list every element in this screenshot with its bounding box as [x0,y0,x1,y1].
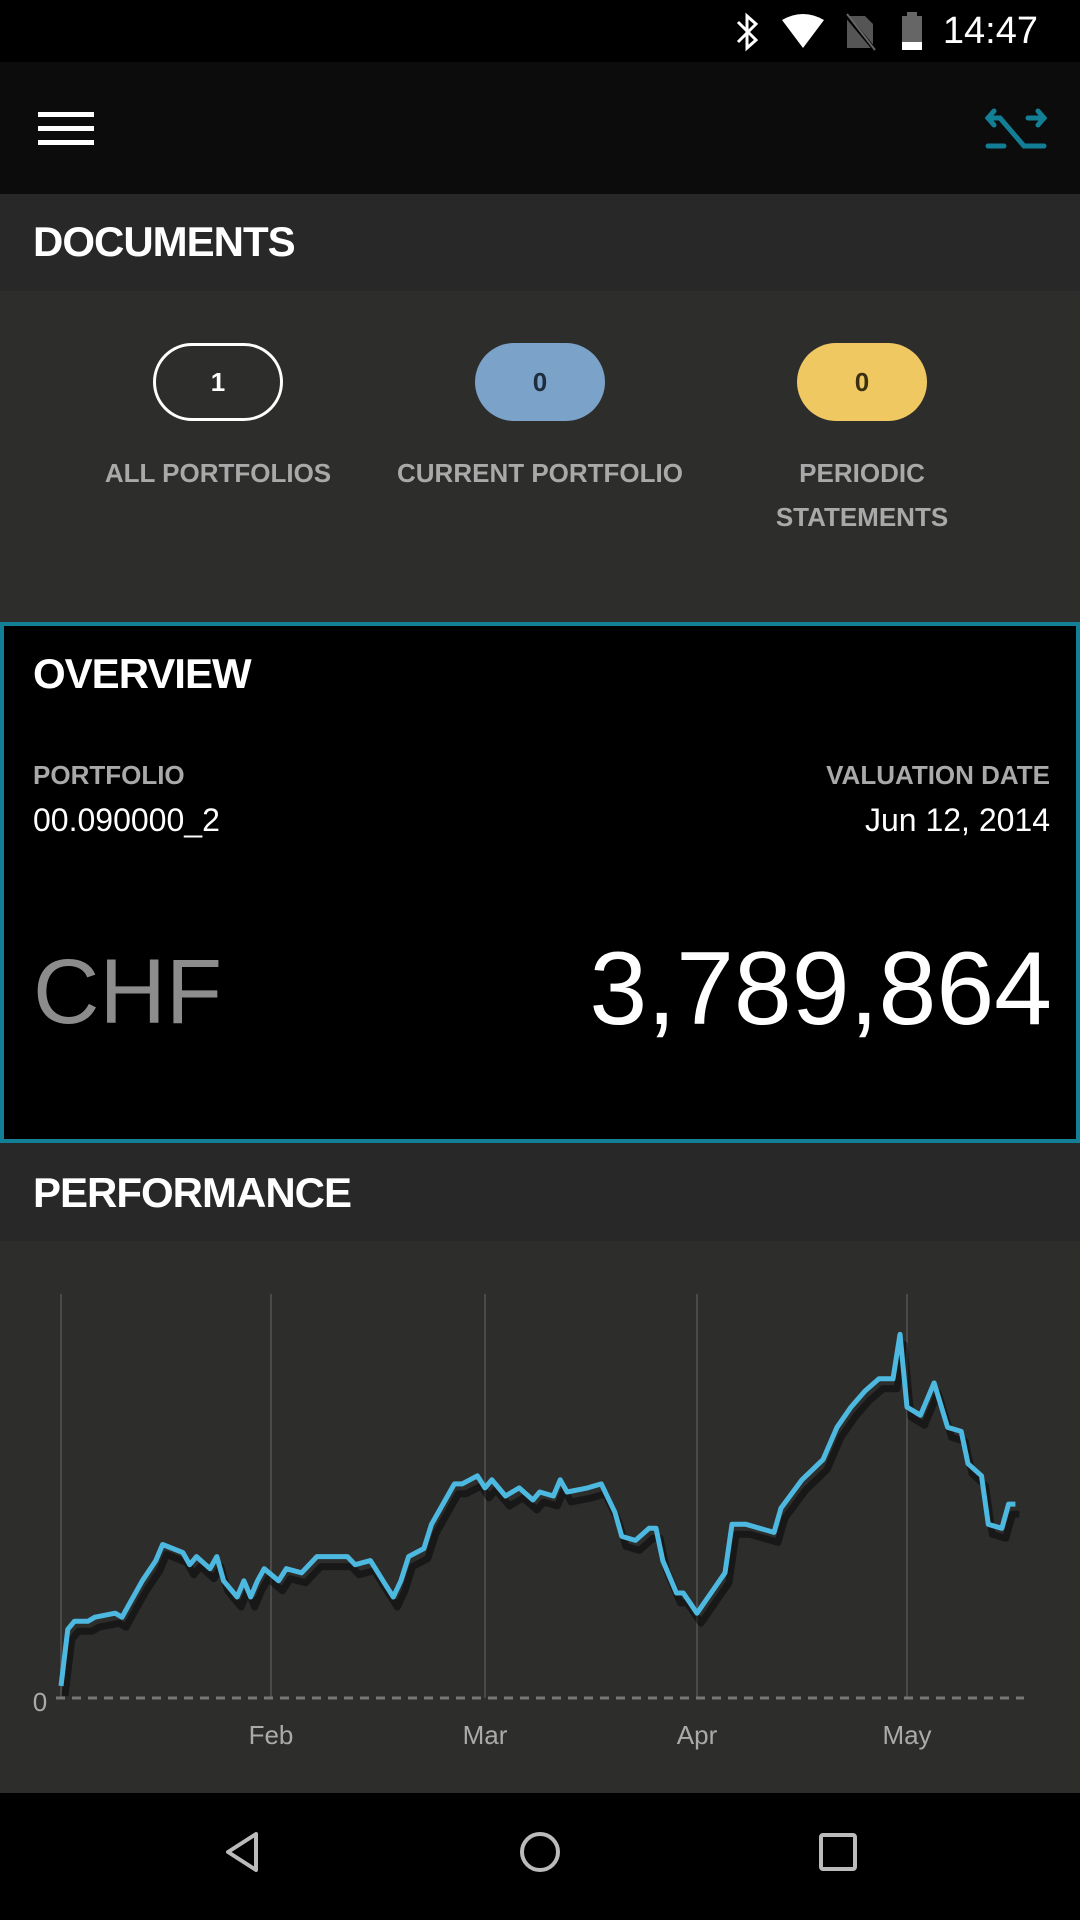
y-tick-label: 0 [33,1687,47,1717]
x-tick-label: Feb [249,1720,294,1750]
x-tick-label: Mar [463,1720,508,1750]
all-portfolios-counter[interactable]: 1 ALL PORTFOLIOS [53,343,383,495]
counter-label: ALL PORTFOLIOS [104,458,332,488]
home-icon[interactable] [518,1830,562,1874]
counter-label: PERIODIC STATEMENTS [697,451,1027,539]
bluetooth-icon [736,12,759,52]
back-icon[interactable] [222,1830,262,1874]
hamburger-menu-icon[interactable] [38,112,94,146]
performance-header: PERFORMANCE [0,1143,1080,1241]
wifi-icon [782,14,824,48]
valuation-date-value: Jun 12, 2014 [864,802,1050,838]
documents-section: 1 ALL PORTFOLIOS 0 CURRENT PORTFOLIO 0 P… [0,291,1080,622]
performance-chart[interactable]: 0 Feb Mar Apr May [0,1241,1080,1793]
counter-label: CURRENT PORTFOLIO [397,458,683,488]
portfolio-value: 00.090000_2 [33,802,220,838]
overview-title: OVERVIEW [33,650,252,697]
x-tick-label: Apr [677,1720,718,1750]
status-time: 14:47 [942,10,1038,52]
count-badge[interactable]: 0 [475,343,605,421]
valuation-date-label: VALUATION DATE [826,760,1050,790]
switch-portfolio-icon[interactable] [984,106,1048,152]
battery-icon [902,12,922,50]
performance-title: PERFORMANCE [33,1169,352,1216]
navigation-bar [0,1793,1080,1920]
no-sim-icon [843,12,877,52]
count-badge[interactable]: 1 [153,343,283,421]
periodic-statements-counter[interactable]: 0 PERIODIC STATEMENTS [697,343,1027,539]
current-portfolio-counter[interactable]: 0 CURRENT PORTFOLIO [375,343,705,495]
label-line: STATEMENTS [775,502,949,532]
count-badge[interactable]: 0 [797,343,927,421]
portfolio-amount: 3,789,864 [589,931,1052,1047]
documents-title: DOCUMENTS [33,218,296,265]
portfolio-label: PORTFOLIO [33,760,185,790]
label-line: PERIODIC [799,458,925,488]
x-tick-label: May [882,1720,931,1750]
app-header [0,62,1080,194]
recents-icon[interactable] [818,1832,858,1872]
overview-card[interactable]: OVERVIEW PORTFOLIO 00.090000_2 VALUATION… [0,622,1080,1143]
currency-code: CHF [33,941,223,1043]
performance-chart-area: 0 Feb Mar Apr May [0,1241,1080,1793]
series-line-shadow [61,1340,1020,1697]
documents-header: DOCUMENTS [0,194,1080,291]
status-bar: 14:47 [0,0,1080,62]
